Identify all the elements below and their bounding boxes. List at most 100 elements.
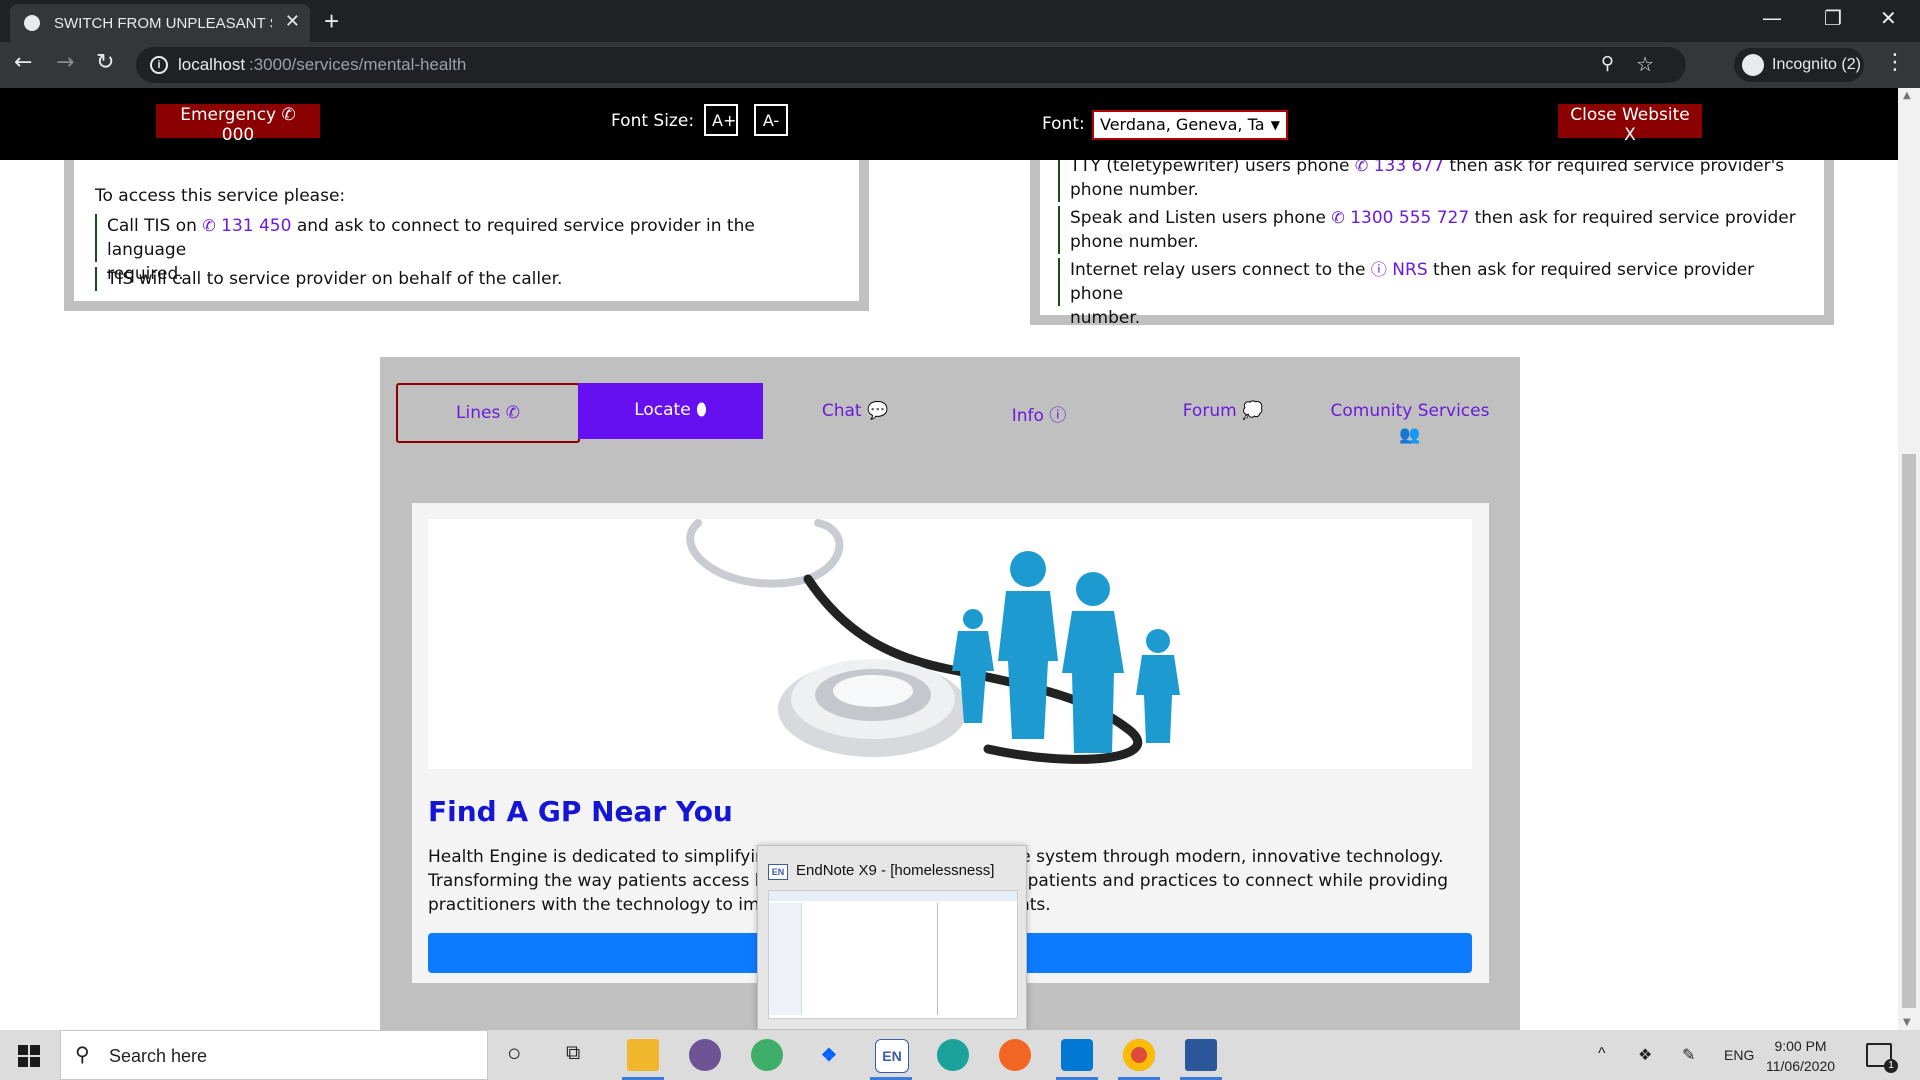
tab-chat-label: Chat — [821, 401, 862, 421]
tty-line2: phone number. — [1070, 180, 1199, 200]
zoom-icon[interactable]: ⚲ — [1601, 53, 1614, 74]
github-desktop-icon[interactable] — [689, 1039, 721, 1071]
browser-tab[interactable]: SWITCH FROM UNPLEASANT SC ✕ — [10, 4, 310, 42]
nrs-card: TTY (teletypewriter) users phone ✆ 133 6… — [1030, 160, 1834, 328]
tab-forum-label: Forum — [1182, 401, 1237, 421]
cortana-icon[interactable]: ○ — [507, 1040, 522, 1068]
bookmark-star-icon[interactable]: ☆ — [1636, 52, 1654, 77]
scrollbar-thumb[interactable] — [1902, 454, 1916, 1008]
chrome-icon[interactable] — [1123, 1039, 1155, 1071]
nrs-card-body: TTY (teletypewriter) users phone ✆ 133 6… — [1040, 160, 1824, 328]
speak-line2: phone number. — [1070, 232, 1199, 252]
tab-chat[interactable]: Chat 💬 — [763, 383, 947, 441]
clock-date: 11/06/2020 — [1766, 1058, 1836, 1074]
url-host: localhost — [178, 55, 246, 74]
accessibility-bar: Emergency ✆ 000 Font Size: A+ A- Font: V… — [0, 88, 1898, 160]
address-bar[interactable]: i localhost :3000/services/mental-health… — [136, 47, 1686, 83]
scroll-up-arrow-icon[interactable]: ▲ — [1903, 90, 1911, 101]
endnote-window-preview[interactable]: EN EndNote X9 - [homelessness] — [757, 845, 1027, 1030]
phone-icon: ✆ — [1354, 160, 1369, 175]
search-placeholder: Search here — [109, 1046, 208, 1066]
browser-menu-icon[interactable]: ⋮ — [1884, 50, 1906, 75]
relay-prefix: Internet relay users connect to the — [1070, 260, 1366, 280]
nrs-link[interactable]: NRS — [1392, 260, 1427, 280]
phone-icon: ✆ — [202, 216, 216, 235]
tty-suffix: then ask for required service provider's — [1449, 160, 1785, 176]
vscode-icon[interactable] — [1061, 1039, 1093, 1071]
window-restore-button[interactable]: ❐ — [1824, 6, 1842, 30]
language-indicator[interactable]: ENG — [1724, 1047, 1754, 1063]
tab-info[interactable]: Info ⓘ — [947, 383, 1131, 441]
tis-phone-link[interactable]: 131 450 — [221, 216, 291, 236]
close-website-button[interactable]: Close Website X — [1558, 104, 1702, 145]
show-hidden-icons-chevron-icon[interactable]: ^ — [1598, 1045, 1606, 1063]
globe-icon — [24, 15, 40, 31]
tis-step-call: Call TIS on ✆ 131 450 and ask to connect… — [95, 214, 827, 284]
relay-line2: number. — [1070, 308, 1141, 328]
dropbox-tray-icon[interactable]: ❖ — [1638, 1045, 1652, 1065]
font-decrease-button[interactable]: A- — [754, 104, 788, 136]
task-view-icon[interactable]: ⧉ — [566, 1042, 580, 1065]
file-explorer-icon[interactable] — [627, 1039, 659, 1071]
tab-lines[interactable]: Lines ✆ — [396, 383, 580, 443]
tty-prefix: TTY (teletypewriter) users phone — [1070, 160, 1350, 176]
endnote-preview-title: EndNote X9 - [homelessness] — [796, 862, 995, 879]
font-label: Font: — [1042, 114, 1085, 134]
font-family-select[interactable]: Verdana, Geneva, Ta ▼ — [1092, 110, 1288, 140]
tis-step1-prefix: Call TIS on — [107, 216, 197, 236]
gp-illustration — [428, 519, 1472, 769]
edge-icon[interactable] — [937, 1039, 969, 1071]
browser-tab-bar: SWITCH FROM UNPLEASANT SC ✕ + — ❐ ✕ — [0, 0, 1920, 42]
tis-card: To access this service please: Call TIS … — [64, 160, 869, 311]
taskbar-search-box[interactable]: ⚲ Search here — [60, 1030, 488, 1080]
tab-locate[interactable]: Locate ⬮ — [578, 383, 763, 439]
speak-phone-link[interactable]: 1300 555 727 — [1350, 208, 1469, 228]
chevron-down-icon: ▼ — [1270, 118, 1280, 132]
window-minimize-button[interactable]: — — [1762, 6, 1782, 30]
page-scrollbar[interactable]: ▲ ▼ — [1898, 88, 1920, 1030]
system-clock[interactable]: 9:00 PM 11/06/2020 — [1766, 1036, 1835, 1076]
incognito-profile-button[interactable]: Incognito (2) — [1734, 48, 1864, 82]
windows-taskbar: ⚲ Search here ○ ⧉ ❖ EN ^ ❖ ✎ ENG 9:00 PM… — [0, 1030, 1920, 1080]
locate-title: Find A GP Near You — [428, 795, 733, 828]
users-icon: 👥 — [1399, 425, 1421, 445]
emergency-button[interactable]: Emergency ✆ 000 — [156, 104, 320, 145]
tab-close-icon[interactable]: ✕ — [285, 11, 300, 32]
phone-icon: ✆ — [1331, 208, 1345, 227]
emergency-label: Emergency — [180, 105, 277, 125]
tty-phone-link[interactable]: 133 677 — [1374, 160, 1444, 176]
new-tab-button[interactable]: + — [324, 6, 339, 37]
forward-arrow-icon[interactable]: → — [56, 50, 74, 75]
tab-community-label: Comunity Services — [1330, 401, 1490, 421]
windows-start-icon[interactable] — [18, 1045, 40, 1067]
tab-title: SWITCH FROM UNPLEASANT SC — [54, 15, 272, 32]
endnote-preview-thumbnail[interactable] — [768, 890, 1018, 1019]
nrs-item-relay: Internet relay users connect to the ⓘ NR… — [1058, 258, 1810, 328]
word-icon[interactable] — [1185, 1039, 1217, 1071]
nrs-item-tty: TTY (teletypewriter) users phone ✆ 133 6… — [1058, 160, 1810, 202]
site-info-icon[interactable]: i — [150, 56, 168, 74]
tis-step-callback: TIS will call to service provider on beh… — [95, 267, 827, 291]
tab-info-label: Info — [1011, 406, 1044, 426]
clock-time: 9:00 PM — [1774, 1038, 1827, 1054]
tab-forum[interactable]: Forum 💭 — [1131, 383, 1315, 441]
font-increase-button[interactable]: A+ — [704, 104, 738, 136]
tab-community-services[interactable]: Comunity Services 👥 — [1315, 383, 1505, 445]
font-size-label: Font Size: — [611, 111, 695, 131]
window-close-button[interactable]: ✕ — [1880, 6, 1897, 30]
dropbox-icon[interactable]: ❖ — [813, 1039, 845, 1071]
atom-icon[interactable] — [751, 1039, 783, 1071]
reload-icon[interactable]: ↻ — [96, 50, 114, 75]
notifications-icon[interactable]: 1 — [1866, 1043, 1898, 1073]
pen-icon[interactable]: ✎ — [1682, 1045, 1695, 1065]
profile-label: Incognito (2) — [1772, 56, 1861, 73]
stethoscope-family-image — [686, 519, 1180, 764]
endnote-icon: EN — [768, 864, 788, 880]
phone-icon: ✆ — [505, 403, 520, 423]
scroll-down-arrow-icon[interactable]: ▼ — [1903, 1017, 1911, 1028]
back-arrow-icon[interactable]: ← — [14, 50, 32, 75]
endnote-taskbar-icon[interactable]: EN — [875, 1039, 909, 1073]
emergency-number: 000 — [221, 125, 255, 145]
comment-dots-icon: 💭 — [1242, 401, 1264, 421]
postman-icon[interactable] — [999, 1039, 1031, 1071]
